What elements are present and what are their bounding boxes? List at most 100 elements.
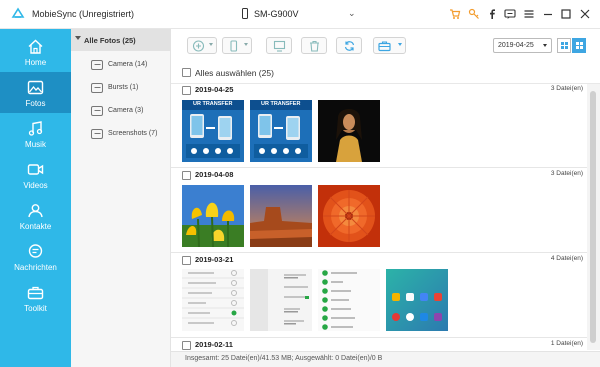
group-date: 2019-04-25 — [195, 85, 234, 94]
thumbnail-banner: UR TRANSFER — [261, 101, 301, 107]
scrollbar-thumb[interactable] — [590, 91, 596, 343]
chevron-down-icon — [75, 36, 81, 40]
chevron-down-icon — [398, 43, 402, 46]
category-item[interactable]: Screenshots (7) — [71, 125, 171, 147]
video-icon — [27, 164, 44, 175]
group-file-count: 3 Datei(en) — [550, 170, 583, 177]
sidebar-item-videos[interactable]: Videos — [0, 154, 71, 195]
group-file-count: 3 Datei(en) — [550, 85, 583, 92]
key-icon[interactable] — [468, 8, 480, 20]
date-filter-value: 2019-04-25 — [498, 42, 534, 49]
chat-icon[interactable] — [504, 8, 516, 20]
close-icon[interactable] — [579, 8, 591, 20]
photo-thumbnail[interactable] — [318, 185, 380, 247]
photo-thumbnail[interactable] — [386, 269, 448, 331]
music-icon — [28, 121, 43, 136]
sidebar-item-label: Toolkit — [24, 304, 47, 313]
messages-icon — [28, 244, 43, 258]
refresh-icon — [344, 41, 355, 51]
maximize-icon[interactable] — [560, 8, 572, 20]
phone-icon — [242, 8, 248, 19]
sidebar-item-label: Fotos — [25, 99, 46, 108]
grid-small-icon — [561, 42, 568, 49]
list-view-button[interactable] — [557, 38, 571, 53]
date-group-header: 2019-04-08 3 Datei(en) — [171, 169, 600, 183]
refresh-button[interactable] — [336, 37, 362, 54]
add-button[interactable] — [187, 37, 217, 54]
photo-thumbnail[interactable] — [250, 185, 312, 247]
category-item-label: Bursts (1) — [108, 84, 139, 91]
photo-thumbnail[interactable]: UR TRANSFER — [250, 100, 312, 162]
group-file-count: 1 Datei(en) — [550, 340, 583, 347]
chevron-down-icon — [244, 43, 248, 46]
group-divider — [171, 337, 587, 338]
select-all-checkbox[interactable] — [182, 68, 191, 77]
export-to-pc-button[interactable] — [266, 37, 292, 54]
photo-icon — [27, 80, 44, 95]
group-checkbox[interactable] — [182, 171, 191, 180]
sidebar-item-kontakte[interactable]: Kontakte — [0, 195, 71, 236]
delete-button[interactable] — [301, 37, 327, 54]
grid-large-icon — [576, 42, 583, 49]
group-date: 2019-03-21 — [195, 255, 234, 264]
status-bar: Insgesamt: 25 Datei(en)/41.53 MB; Ausgew… — [171, 351, 600, 367]
group-date: 2019-04-08 — [195, 170, 234, 179]
cart-icon[interactable] — [449, 8, 461, 20]
toolbar: 2019-04-25 — [171, 29, 600, 62]
sidebar-item-toolkit[interactable]: Toolkit — [0, 277, 71, 318]
toolkit-icon — [27, 286, 44, 300]
grid-view-button[interactable] — [572, 38, 586, 53]
facebook-icon[interactable] — [486, 8, 498, 20]
chevron-down-icon — [543, 44, 547, 47]
photo-thumbnail[interactable] — [318, 100, 380, 162]
sidebar-item-home[interactable]: Home — [0, 31, 71, 72]
select-all-row: Alles auswählen (25) — [171, 62, 600, 84]
app-title: MobieSync (Unregistriert) — [32, 9, 135, 19]
sidebar: Home Fotos Musik Videos Kontakte Nachric… — [0, 29, 71, 367]
category-item[interactable]: Camera (14) — [71, 56, 171, 78]
photo-thumbnail[interactable] — [182, 269, 244, 331]
sidebar-item-musik[interactable]: Musik — [0, 113, 71, 154]
category-item[interactable]: Bursts (1) — [71, 79, 171, 101]
phone-export-icon — [230, 40, 238, 52]
contacts-icon — [28, 204, 43, 218]
album-icon — [91, 83, 103, 93]
category-item-label: Camera (14) — [108, 61, 148, 68]
sidebar-item-nachrichten[interactable]: Nachrichten — [0, 236, 71, 277]
minimize-icon[interactable] — [542, 8, 554, 20]
group-divider — [171, 167, 587, 168]
export-to-device-button[interactable] — [222, 37, 252, 54]
category-item-label: Camera (3) — [108, 107, 144, 114]
select-all-label: Alles auswählen (25) — [195, 68, 274, 78]
date-filter-select[interactable]: 2019-04-25 — [493, 38, 552, 53]
group-divider — [171, 252, 587, 253]
more-button[interactable] — [373, 37, 406, 54]
sidebar-item-fotos[interactable]: Fotos — [0, 72, 71, 113]
date-group-header: 2019-03-21 4 Datei(en) — [171, 254, 600, 268]
home-icon — [28, 39, 43, 54]
category-panel: Alle Fotos (25) Camera (14) Bursts (1) C… — [71, 29, 171, 367]
sidebar-item-label: Nachrichten — [14, 263, 57, 272]
sidebar-item-label: Videos — [23, 181, 48, 190]
group-checkbox[interactable] — [182, 341, 191, 350]
category-header-all-photos[interactable]: Alle Fotos (25) — [71, 29, 171, 51]
group-checkbox[interactable] — [182, 86, 191, 95]
photo-thumbnail[interactable] — [318, 269, 380, 331]
photo-thumbnail[interactable] — [250, 269, 312, 331]
photo-thumbnail[interactable] — [182, 185, 244, 247]
pc-export-icon — [273, 40, 286, 52]
toolbox-icon — [378, 41, 391, 52]
category-item-label: Screenshots (7) — [108, 130, 158, 137]
trash-icon — [310, 40, 319, 52]
menu-icon[interactable] — [523, 8, 535, 20]
sidebar-item-label: Home — [24, 58, 47, 67]
category-item[interactable]: Camera (3) — [71, 102, 171, 124]
chevron-down-icon — [209, 43, 213, 46]
sidebar-item-label: Kontakte — [19, 222, 52, 231]
group-file-count: 4 Datei(en) — [550, 255, 583, 262]
date-group-header: 2019-04-25 3 Datei(en) — [171, 84, 600, 98]
category-header-label: Alle Fotos (25) — [84, 36, 136, 45]
photo-thumbnail[interactable]: UR TRANSFER — [182, 100, 244, 162]
group-checkbox[interactable] — [182, 256, 191, 265]
group-date: 2019-02-11 — [195, 340, 233, 349]
